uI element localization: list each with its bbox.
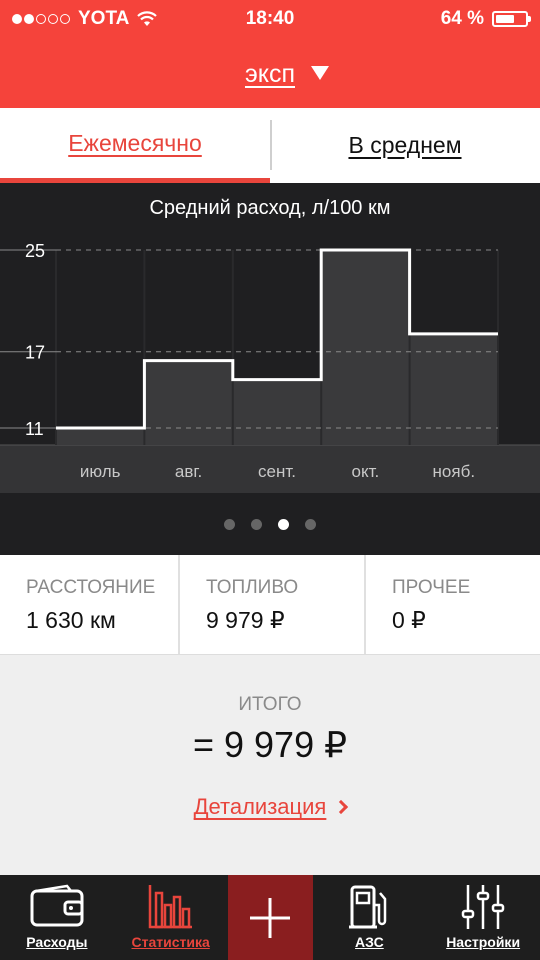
tabbar-label[interactable]: Расходы	[0, 934, 114, 950]
tabbar-expenses[interactable]: Расходы	[0, 875, 114, 960]
tabbar-statistics[interactable]: Статистика	[114, 875, 228, 960]
x-tick-label: июль	[80, 462, 121, 481]
stat-fuel: ТОПЛИВО 9 979 ₽	[178, 555, 364, 654]
stat-value: 1 630 км	[26, 607, 116, 633]
stat-other: ПРОЧЕЕ 0 ₽	[364, 555, 540, 654]
tabbar-gas-stations[interactable]: АЗС	[313, 875, 427, 960]
chart-panel[interactable]: 11 17 25 июль авг. сент. окт. нояб. Средний рас…	[0, 183, 540, 555]
tab-monthly[interactable]: Ежемесячно	[0, 108, 270, 183]
consumption-chart: 11 17 25 июль авг. сент. окт. нояб.	[0, 241, 540, 493]
car-selector[interactable]: эксп	[0, 60, 540, 89]
battery-icon	[492, 11, 531, 27]
stat-value: 0 ₽	[392, 607, 426, 633]
total-section: ИТОГО = 9 979 ₽ Детализация	[0, 656, 540, 875]
sliders-icon	[461, 885, 505, 929]
chevron-right-icon[interactable]	[334, 799, 349, 815]
page-dot[interactable]	[278, 519, 289, 530]
bottom-tab-bar: Расходы Статистика АЗС Настройки	[0, 875, 540, 960]
tab-divider	[270, 120, 272, 170]
x-tick-label: сент.	[258, 462, 296, 481]
tabbar-label[interactable]: Настройки	[426, 934, 540, 950]
car-name[interactable]: эксп	[245, 60, 295, 88]
chart-bar	[409, 333, 498, 445]
stat-label: ПРОЧЕЕ	[392, 577, 471, 598]
details-link[interactable]: Детализация	[194, 794, 349, 820]
chevron-down-icon[interactable]	[311, 66, 329, 80]
status-bar: YOTA 18:40 64 %	[0, 6, 540, 32]
bar-chart-icon	[148, 885, 192, 929]
chart-bar	[144, 360, 233, 445]
tabbar-label[interactable]: АЗС	[313, 934, 427, 950]
stats-row: РАССТОЯНИЕ 1 630 км ТОПЛИВО 9 979 ₽ ПРОЧ…	[0, 555, 540, 655]
total-label: ИТОГО	[238, 694, 302, 715]
fuel-pump-icon	[349, 885, 387, 929]
page-indicator[interactable]	[0, 519, 540, 530]
x-tick-label: нояб.	[433, 462, 476, 481]
page-dot[interactable]	[305, 519, 316, 530]
app-header: YOTA 18:40 64 % эксп	[0, 0, 540, 108]
page-dot[interactable]	[224, 519, 235, 530]
battery-percent: 64 %	[440, 8, 484, 29]
tab-average[interactable]: В среднем	[270, 108, 540, 183]
x-tick-label: окт.	[352, 462, 380, 481]
tabbar-settings[interactable]: Настройки	[426, 875, 540, 960]
details-link-label[interactable]: Детализация	[194, 794, 327, 820]
y-tick-label: 11	[25, 419, 44, 439]
y-tick-label: 25	[25, 241, 45, 261]
y-tick-label: 17	[25, 343, 45, 363]
stat-distance: РАССТОЯНИЕ 1 630 км	[0, 555, 178, 654]
wallet-icon	[30, 884, 84, 927]
plus-icon	[250, 898, 290, 938]
add-button[interactable]	[227, 875, 313, 960]
page-dot[interactable]	[251, 519, 262, 530]
stat-value: 9 979 ₽	[206, 607, 285, 633]
chart-bar	[321, 250, 410, 445]
stat-label: РАССТОЯНИЕ	[26, 577, 156, 598]
tabbar-label[interactable]: Статистика	[114, 934, 228, 950]
total-value: = 9 979 ₽	[192, 724, 348, 765]
chart-bar	[232, 379, 322, 445]
chart-title: Средний расход, л/100 км	[149, 197, 391, 219]
x-tick-label: авг.	[175, 462, 202, 481]
chart-bar	[56, 428, 145, 445]
stat-label: ТОПЛИВО	[206, 577, 299, 598]
